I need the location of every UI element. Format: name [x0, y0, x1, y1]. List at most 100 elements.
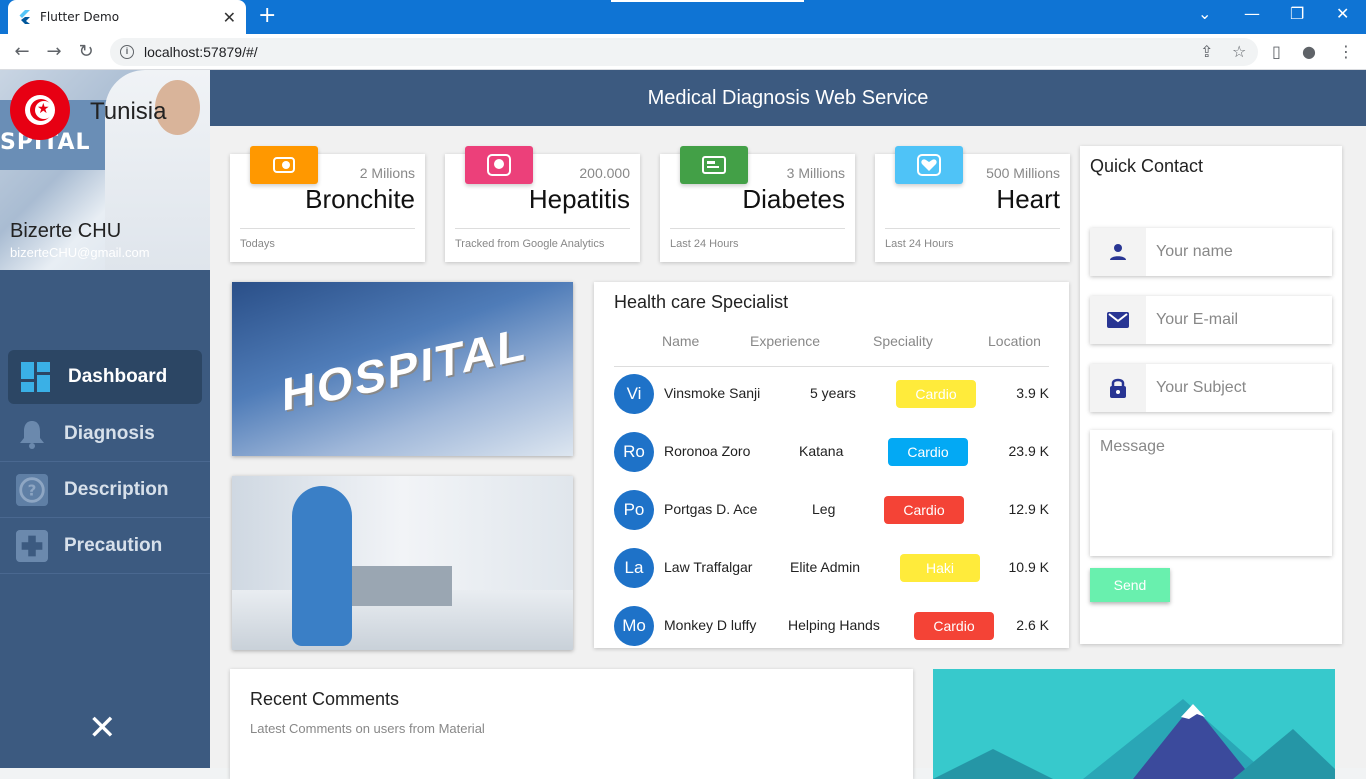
recent-comments-card: Recent Comments Latest Comments on users… — [230, 669, 913, 779]
specialist-experience: Helping Hands — [788, 617, 880, 633]
specialist-name: Monkey D luffy — [664, 617, 757, 633]
message-input[interactable] — [1090, 430, 1332, 556]
profile-header: SPITAL ★ Tunisia Bizerte CHU bizerteCHU@… — [0, 70, 210, 270]
browser-tab-strip: Flutter Demo ✕ + ⌄ — ❐ ✕ — [0, 0, 1366, 34]
sidebar-item-diagnosis[interactable]: Diagnosis — [0, 406, 210, 462]
tunisia-flag-icon: ★ — [10, 80, 70, 140]
avatar: La — [614, 548, 654, 588]
stat-card-bronchite[interactable]: 2 Milions Bronchite Todays — [230, 146, 425, 262]
mountain-illustration — [933, 669, 1335, 779]
window-close-icon[interactable]: ✕ — [1336, 4, 1349, 23]
liver-icon — [465, 146, 533, 184]
table-row[interactable]: La Law Traffalgar Elite Admin Haki 10.9 … — [594, 548, 1069, 606]
column-header: Location — [988, 333, 1041, 349]
column-header: Speciality — [873, 333, 933, 349]
table-row[interactable]: Po Portgas D. Ace Leg Cardio 12.9 K — [594, 490, 1069, 548]
stat-count: 3 Millions — [786, 165, 845, 181]
star-icon[interactable]: ☆ — [1232, 42, 1246, 61]
table-row[interactable]: Mo Monkey D luffy Helping Hands Cardio 2… — [594, 606, 1069, 648]
specialist-location: 12.9 K — [1008, 501, 1049, 517]
specialist-location: 3.9 K — [1016, 385, 1049, 401]
specialist-table: Health care Specialist Name Experience S… — [594, 282, 1069, 648]
quick-contact-form: Quick Contact Send — [1080, 146, 1342, 644]
stat-subtitle: Last 24 Hours — [670, 238, 739, 250]
share-icon[interactable]: ⇪ — [1200, 42, 1213, 61]
lock-icon — [1090, 364, 1146, 412]
stat-name: Heart — [996, 184, 1060, 214]
specialist-name: Portgas D. Ace — [664, 501, 758, 517]
hospital-email: bizerteCHU@gmail.com — [10, 245, 150, 260]
stat-name: Diabetes — [742, 184, 845, 214]
sidebar-menu: Dashboard Diagnosis ? Description Precau… — [0, 350, 210, 574]
stat-card-diabetes[interactable]: 3 Millions Diabetes Last 24 Hours — [660, 146, 855, 262]
stat-name: Hepatitis — [528, 184, 630, 214]
flutter-icon — [18, 10, 30, 24]
subject-field[interactable] — [1090, 364, 1332, 412]
reload-icon[interactable]: ↻ — [70, 41, 102, 62]
stat-count: 500 Millions — [986, 165, 1060, 181]
specialist-location: 23.9 K — [1008, 443, 1049, 459]
tab-title: Flutter Demo — [40, 10, 120, 24]
stat-card-hepatitis[interactable]: 200.000 Hepatitis Tracked from Google An… — [445, 146, 640, 262]
speciality-badge: Haki — [900, 554, 980, 582]
sidebar-item-label: Description — [64, 478, 169, 500]
menu-icon[interactable]: ⋮ — [1338, 42, 1354, 61]
sidebar-item-label: Diagnosis — [64, 422, 155, 444]
side-panel-icon[interactable]: ▯ — [1272, 42, 1281, 61]
name-input[interactable] — [1146, 228, 1332, 276]
specialist-experience: Katana — [799, 443, 844, 459]
help-icon: ? — [16, 472, 48, 508]
back-icon[interactable]: ← — [6, 41, 38, 62]
address-bar[interactable]: i localhost:57879/#/ — [110, 38, 1258, 66]
name-field[interactable] — [1090, 228, 1332, 276]
heart-icon — [895, 146, 963, 184]
stat-name: Bronchite — [305, 184, 415, 214]
sidebar-item-dashboard[interactable]: Dashboard — [8, 350, 202, 404]
svg-text:?: ? — [28, 481, 37, 499]
url-text: localhost:57879/#/ — [144, 44, 258, 60]
mail-icon — [1090, 296, 1146, 344]
new-tab-icon[interactable]: + — [258, 4, 276, 28]
speciality-badge: Cardio — [914, 612, 994, 640]
specialist-location: 2.6 K — [1016, 617, 1049, 633]
hospital-name: Bizerte CHU — [10, 220, 122, 242]
tab-search-icon[interactable]: ⌄ — [1198, 4, 1211, 23]
stat-count: 200.000 — [579, 165, 630, 181]
specialist-experience: Leg — [812, 501, 836, 517]
hospital-sign-text: HOSPITAL — [282, 316, 528, 422]
email-input[interactable] — [1146, 296, 1332, 344]
subject-input[interactable] — [1146, 364, 1332, 412]
sidebar-item-label: Dashboard — [68, 366, 168, 387]
message-field[interactable] — [1090, 430, 1332, 556]
browser-tab[interactable]: Flutter Demo ✕ — [8, 0, 246, 34]
stat-card-heart[interactable]: 500 Millions Heart Last 24 Hours — [875, 146, 1070, 262]
sidebar-item-precaution[interactable]: Precaution — [0, 518, 210, 574]
close-drawer-icon[interactable]: ✕ — [88, 708, 117, 748]
sidebar: SPITAL ★ Tunisia Bizerte CHU bizerteCHU@… — [0, 70, 210, 768]
stat-subtitle: Todays — [240, 238, 275, 250]
restore-icon[interactable]: ❐ — [1290, 4, 1304, 23]
dashboard-icon — [20, 359, 52, 395]
diabetes-icon — [680, 146, 748, 184]
specialist-name: Vinsmoke Sanji — [664, 385, 761, 401]
speciality-badge: Cardio — [888, 438, 968, 466]
table-row[interactable]: Ro Roronoa Zoro Katana Cardio 23.9 K — [594, 432, 1069, 490]
tab-close-icon[interactable]: ✕ — [223, 8, 236, 27]
country-name: Tunisia — [90, 98, 167, 125]
quick-contact-title: Quick Contact — [1090, 156, 1204, 176]
forward-icon[interactable]: → — [38, 41, 70, 62]
avatar: Po — [614, 490, 654, 530]
specialist-title: Health care Specialist — [614, 292, 789, 312]
email-field[interactable] — [1090, 296, 1332, 344]
profile-icon[interactable]: ● — [1302, 42, 1316, 61]
avatar: Ro — [614, 432, 654, 472]
table-row[interactable]: Vi Vinsmoke Sanji 5 years Cardio 3.9 K — [594, 374, 1069, 432]
info-icon[interactable]: i — [120, 45, 134, 59]
specialist-name: Roronoa Zoro — [664, 443, 751, 459]
stat-subtitle: Tracked from Google Analytics — [455, 238, 605, 250]
minimize-icon[interactable]: — — [1244, 4, 1260, 23]
plus-icon — [16, 528, 48, 564]
bell-icon — [16, 416, 48, 452]
sidebar-item-description[interactable]: ? Description — [0, 462, 210, 518]
send-button[interactable]: Send — [1090, 568, 1170, 602]
